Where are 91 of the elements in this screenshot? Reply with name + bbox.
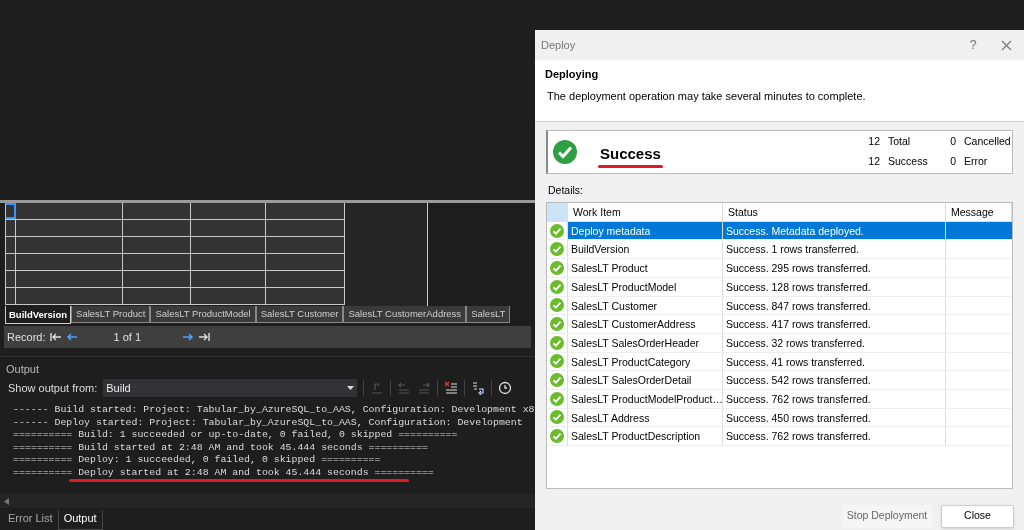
success-check-icon — [553, 140, 577, 164]
underline-mark — [598, 164, 663, 168]
clear-all-icon[interactable] — [444, 381, 459, 395]
count-value: 0 — [949, 134, 956, 150]
output-line: ========== Deploy: 1 succeeded, 0 failed, 0 skipped ========== — [13, 454, 382, 467]
grid-cell[interactable] — [5, 253, 16, 270]
success-check-icon — [550, 335, 564, 350]
table-cell: SalesLT ProductModel — [568, 277, 723, 296]
source-label: Show output from: — [8, 380, 98, 396]
table-cell: Deploy metadata — [568, 221, 723, 240]
table-cell: Success. 32 rows transferred. — [723, 333, 946, 352]
clock-icon[interactable] — [498, 381, 513, 395]
table-cell: Success. 450 rows transferred. — [723, 408, 946, 427]
count-label: Error — [964, 154, 989, 169]
table-cell: SalesLT ProductDescription — [568, 427, 723, 445]
panel-tab[interactable]: Error List — [3, 510, 58, 530]
table-cell: SalesLT ProductModelProduct… — [568, 389, 723, 408]
table-cell: Success. 762 rows transferred. — [723, 389, 946, 408]
dropdown-caret-icon — [347, 386, 355, 390]
panel-tab[interactable]: Output — [57, 510, 103, 530]
details-label: Details: — [547, 183, 584, 198]
table-cell: SalesLT SalesOrderHeader — [568, 333, 723, 352]
count-value: 0 — [949, 154, 956, 169]
grid-cell[interactable] — [5, 219, 16, 236]
count-label: Total — [888, 134, 912, 150]
table-cell: Success. 762 rows transferred. — [723, 427, 946, 445]
dialog-heading: Deploying — [545, 67, 600, 82]
output-line: ========== Deploy started at 2:48 AM and took 45.444 seconds ========== — [13, 466, 435, 479]
table-row[interactable]: SalesLT ProductDescription Success. 762 rows transferred. — [547, 427, 1012, 446]
dialog-button[interactable]: Close — [941, 504, 1014, 528]
column-header[interactable]: Message — [946, 202, 1012, 221]
output-line: ========== Build: 1 succeeded or up-to-date, 0 failed, 0 skipped ========== — [13, 429, 459, 442]
panel-title: Output — [5, 362, 41, 377]
output-line: ------ Build started: Project: Tabular_by_AzureSQL_to_AAS, Configuration: Development x8 — [13, 404, 535, 417]
table-cell: Success. 417 rows transferred. — [723, 315, 946, 333]
table-row[interactable]: SalesLT SalesOrderDetail Success. 542 rows transferred. — [547, 371, 1012, 390]
last-record-icon[interactable] — [197, 332, 210, 343]
previous-record-icon[interactable] — [65, 332, 78, 343]
table-cell: SalesLT Product — [568, 259, 723, 277]
next-record-icon[interactable] — [181, 332, 194, 343]
column-header[interactable]: Status — [723, 202, 946, 221]
success-check-icon — [550, 354, 564, 369]
result-label: Success — [600, 142, 661, 166]
table-cell: Success. 295 rows transferred. — [723, 259, 946, 277]
table-cell: BuildVersion — [568, 240, 723, 259]
table-cell: Success. 542 rows transferred. — [723, 371, 946, 389]
table-cell: Success. 1 rows transferred. — [723, 240, 946, 259]
table-cell: SalesLT Address — [568, 408, 723, 427]
word-wrap-icon[interactable] — [471, 381, 486, 395]
success-check-icon — [550, 410, 564, 425]
success-check-icon — [550, 260, 564, 275]
count-value: 12 — [868, 134, 880, 150]
first-record-icon[interactable] — [49, 332, 62, 343]
dialog-description: The deployment operation may take several minutes to complete. — [546, 88, 867, 104]
success-check-icon — [550, 391, 564, 406]
success-check-icon — [550, 298, 564, 313]
table-cell: Success. Metadata deployed. — [723, 221, 946, 240]
table-cell: Success. 128 rows transferred. — [723, 277, 946, 296]
table-cell: Success. 41 rows transferred. — [723, 352, 946, 371]
success-check-icon — [550, 373, 564, 388]
scroll-left-icon[interactable] — [4, 497, 9, 505]
table-cell: SalesLT ProductCategory — [568, 352, 723, 371]
table-cell: SalesLT CustomerAddress — [568, 315, 723, 333]
table-cell: SalesLT SalesOrderDetail — [568, 371, 723, 389]
help-button[interactable]: ? — [965, 35, 981, 55]
success-check-icon — [550, 317, 564, 332]
horizontal-scrollbar[interactable] — [0, 494, 535, 508]
grid-cell[interactable] — [5, 270, 16, 287]
count-value: 12 — [868, 154, 880, 169]
grid-cell[interactable] — [5, 287, 16, 304]
grid-cell[interactable] — [5, 202, 16, 219]
output-line: ------ Deploy started: Project: Tabular_by_AzureSQL_to_AAS, Configuration: Development — [13, 416, 524, 429]
table-cell: Success. 847 rows transferred. — [723, 296, 946, 315]
success-check-icon — [550, 279, 564, 294]
window-title: Deploy — [541, 37, 577, 53]
output-line: ========== Build started at 2:48 AM and took 45.444 seconds ========== — [13, 441, 429, 454]
table-row[interactable]: BuildVersion Success. 1 rows transferred. — [547, 240, 1012, 260]
success-check-icon — [550, 429, 564, 444]
record-position: 1 of 1 — [113, 329, 143, 345]
count-label: Cancelled — [964, 134, 1008, 150]
table-cell: SalesLT Customer — [568, 296, 723, 315]
source-dropdown[interactable]: Build — [103, 379, 358, 397]
grid-cell[interactable] — [5, 236, 16, 253]
table-row[interactable]: SalesLT CustomerAddress Success. 417 rows transferred. — [547, 315, 1012, 334]
count-label: Success — [888, 154, 929, 169]
success-check-icon — [550, 223, 564, 238]
success-check-icon — [550, 242, 564, 257]
table-row[interactable]: SalesLT Product Success. 295 rows transferred. — [547, 259, 1012, 278]
column-header[interactable]: Work Item — [568, 202, 723, 221]
close-icon[interactable] — [1001, 39, 1012, 51]
record-label: Record: — [7, 329, 46, 345]
